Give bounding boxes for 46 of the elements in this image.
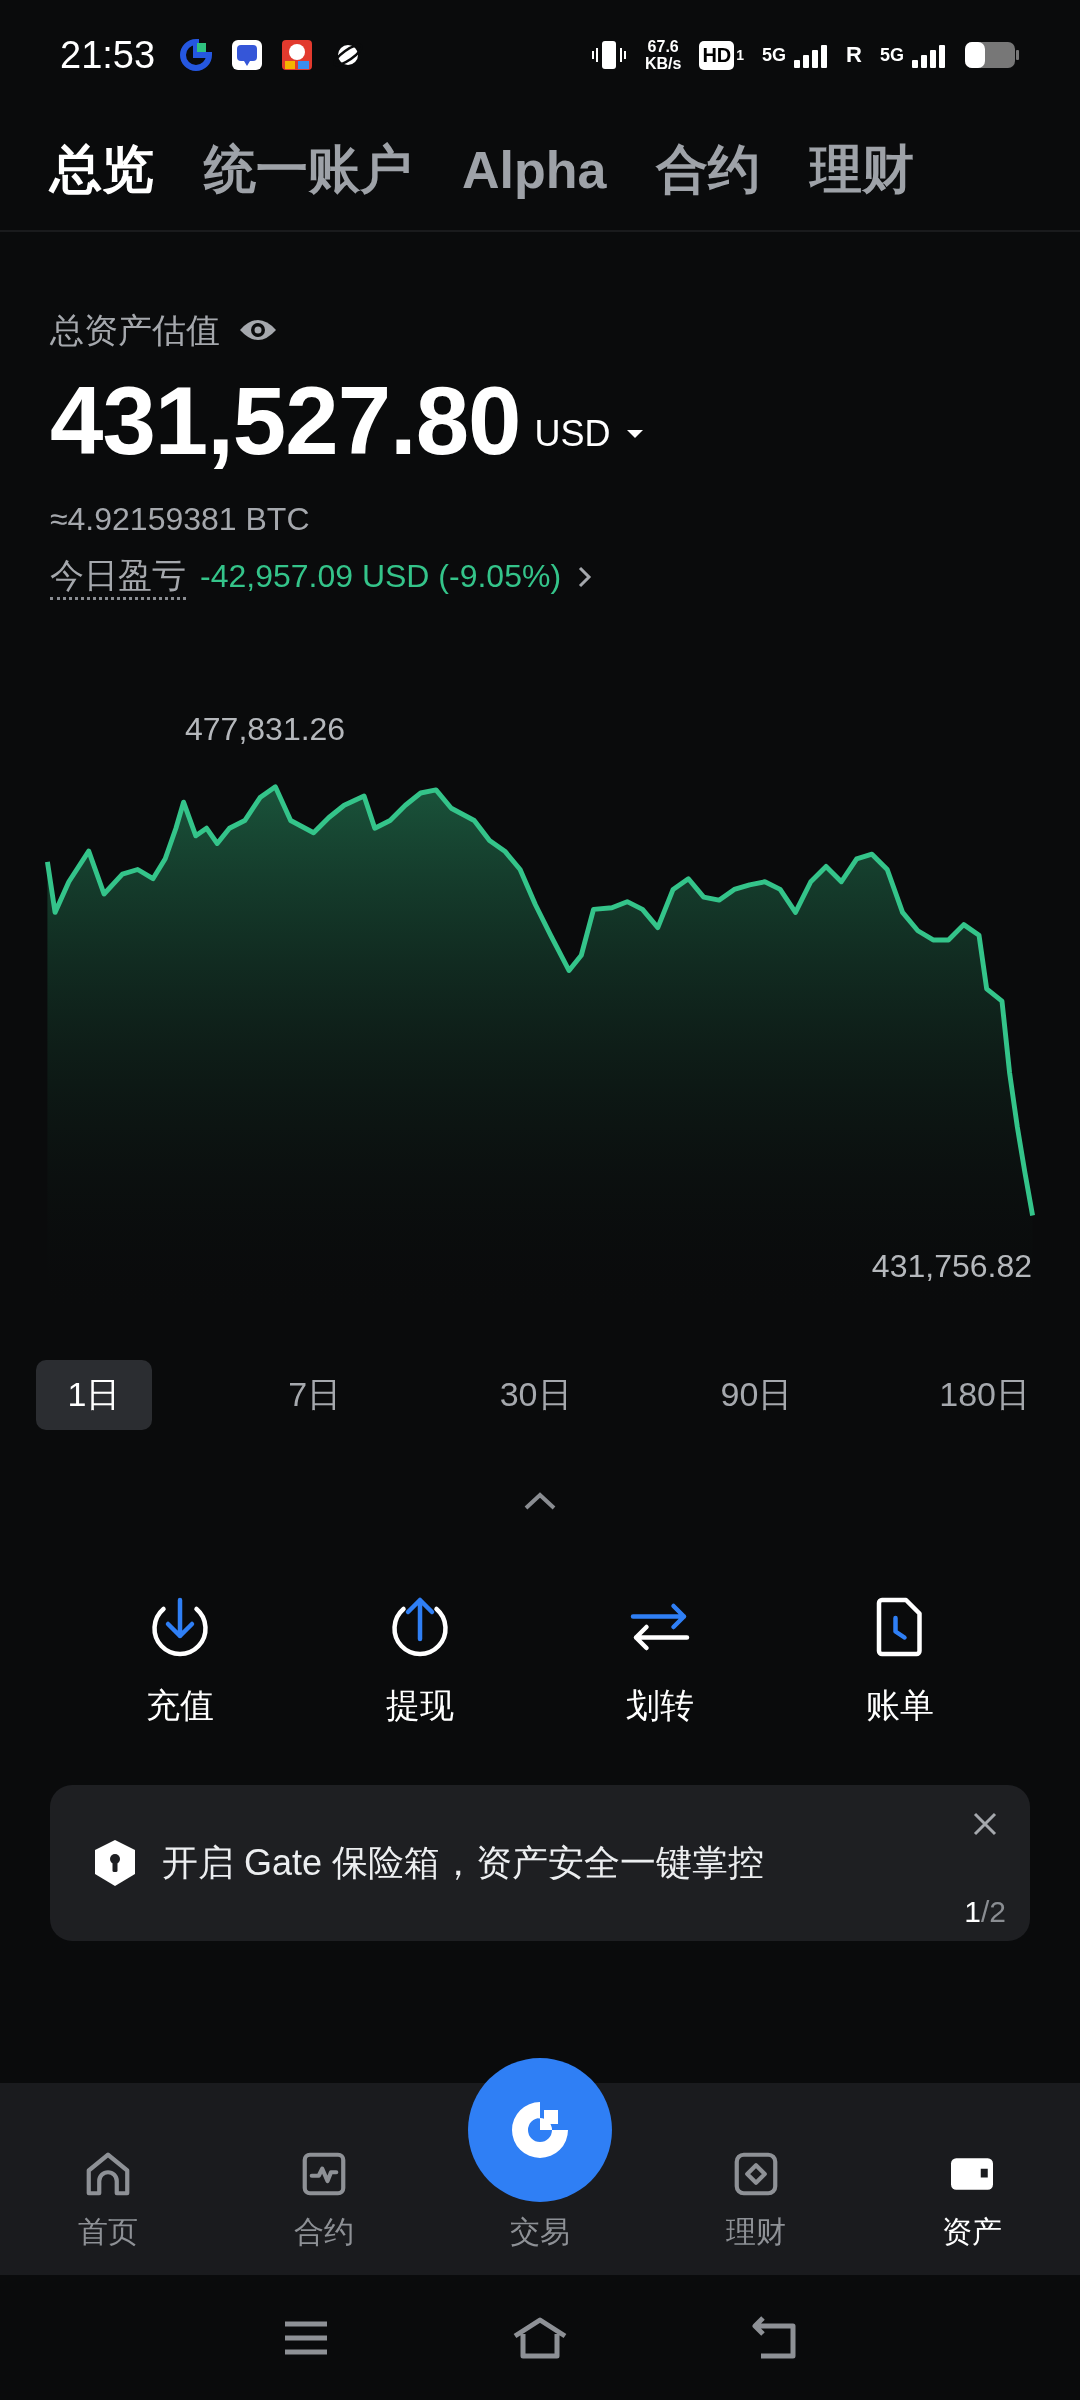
period-tab[interactable]: 7日 <box>256 1360 373 1430</box>
promo-banner[interactable]: 开启 Gate 保险箱，资产安全一键掌控 1/2 <box>50 1785 1030 1941</box>
vibrate-icon <box>590 38 627 72</box>
banner-text: 开启 Gate 保险箱，资产安全一键掌控 <box>162 1840 765 1885</box>
hd-badge: HD <box>699 40 735 70</box>
nav-tab[interactable]: 合约 <box>249 2146 399 2253</box>
nav-tab[interactable]: 交易 <box>465 2058 615 2253</box>
status-time: 21:53 <box>60 33 156 77</box>
chart-low-label: 431,756.82 <box>871 1248 1032 1285</box>
top-tab[interactable]: 合约 <box>656 135 761 205</box>
roaming-indicator: R <box>846 42 862 68</box>
chevron-up-icon[interactable] <box>522 1490 558 1512</box>
action-button[interactable]: 划转 <box>618 1590 702 1730</box>
home-icon[interactable] <box>511 2315 569 2360</box>
network-type: 5G <box>762 44 787 66</box>
top-tab[interactable]: 统一账户 <box>204 135 412 205</box>
total-assets-value: 431,527.80 <box>50 366 521 476</box>
nav-tab[interactable]: 首页 <box>33 2146 183 2253</box>
period-tab[interactable]: 180日 <box>919 1360 1050 1430</box>
nav-tab[interactable]: 资产 <box>897 2146 1047 2253</box>
app-notification-icon <box>281 39 314 71</box>
top-tab[interactable]: 理财 <box>810 135 915 205</box>
app-notification-icon <box>231 39 264 71</box>
period-tab[interactable]: 1日 <box>36 1360 152 1430</box>
battery-icon <box>964 41 1020 69</box>
top-tab[interactable]: Alpha <box>462 140 607 200</box>
currency-selector[interactable]: USD <box>534 413 611 455</box>
pnl-value[interactable]: -42,957.09 USD (-9.05%) <box>200 558 562 595</box>
btc-equivalent: ≈4.92159381 BTC <box>50 500 311 539</box>
app-notification-icon <box>179 38 214 72</box>
shield-lock-icon <box>92 1838 138 1888</box>
nav-tab[interactable]: 理财 <box>681 2146 831 2253</box>
period-tab[interactable]: 30日 <box>477 1360 594 1430</box>
chart-high-label: 477,831.26 <box>185 711 346 748</box>
back-icon[interactable] <box>749 2315 799 2360</box>
pnl-label: 今日盈亏 <box>50 553 186 600</box>
total-assets-label: 总资产估值 <box>50 310 220 351</box>
action-button[interactable]: 提现 <box>378 1590 462 1730</box>
network-speed: 67.6 KB/s <box>644 38 682 72</box>
banner-pager: 1/2 <box>964 1895 1006 1929</box>
network-type: 5G <box>880 44 904 66</box>
sim-number: 1 <box>736 47 745 63</box>
action-button[interactable]: 充值 <box>138 1590 222 1730</box>
period-tab[interactable]: 90日 <box>698 1360 815 1430</box>
top-tab[interactable]: 总览 <box>50 135 154 205</box>
action-button[interactable]: 账单 <box>858 1590 942 1730</box>
